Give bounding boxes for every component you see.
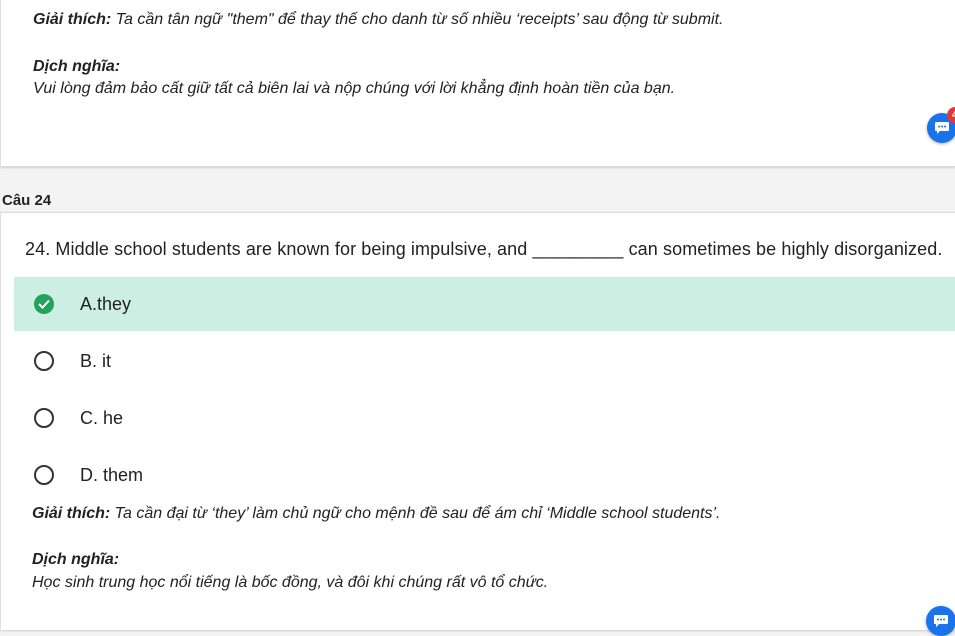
explanation-label: Giải thích: xyxy=(32,505,111,522)
radio-empty-icon xyxy=(34,408,54,428)
option-label: C. he xyxy=(80,407,124,428)
explanation-text: Ta cần đại từ ‘they’ làm chủ ngữ cho mện… xyxy=(110,505,721,522)
question-translation-label: Dịch nghĩa: xyxy=(32,551,119,569)
chat-button-bottom[interactable] xyxy=(926,606,955,636)
option-c[interactable]: C. he xyxy=(14,391,955,445)
previous-translation-text: Vui lòng đảm bảo cất giữ tất cả biên lai… xyxy=(33,80,676,97)
option-label: A.they xyxy=(80,293,132,314)
translation-label: Dịch nghĩa: xyxy=(32,551,120,568)
previous-explanation: Giải thích: Ta cần tân ngữ "them" để tha… xyxy=(33,11,723,29)
chat-button[interactable]: 4 xyxy=(927,107,955,143)
radio-empty-icon xyxy=(34,465,54,485)
option-b[interactable]: B. it xyxy=(14,334,955,388)
option-d[interactable]: D. them xyxy=(14,448,955,502)
previous-explanation-card: Giải thích: Ta cần tân ngữ "them" để tha… xyxy=(0,0,955,167)
option-label: B. it xyxy=(80,350,112,371)
question-text: 24. Middle school students are known for… xyxy=(25,239,943,259)
explanation-text: Ta cần tân ngữ "them" để thay thế cho da… xyxy=(111,11,724,28)
question-translation-text: Học sinh trung học nổi tiếng là bốc đồng… xyxy=(32,574,549,591)
option-a[interactable]: A.they xyxy=(14,277,955,331)
explanation-label: Giải thích: xyxy=(33,11,112,28)
chat-bubble-icon xyxy=(934,615,948,627)
translation-label: Dịch nghĩa: xyxy=(33,58,121,75)
previous-translation-label: Dịch nghĩa: xyxy=(33,58,120,76)
question-number-label: Câu 24 xyxy=(2,192,52,209)
check-circle-icon xyxy=(34,294,54,314)
option-label: D. them xyxy=(80,464,144,485)
question-explanation: Giải thích: Ta cần đại từ ‘they’ làm chủ… xyxy=(32,505,720,523)
chat-bubble-icon xyxy=(935,122,949,134)
radio-empty-icon xyxy=(34,351,54,371)
